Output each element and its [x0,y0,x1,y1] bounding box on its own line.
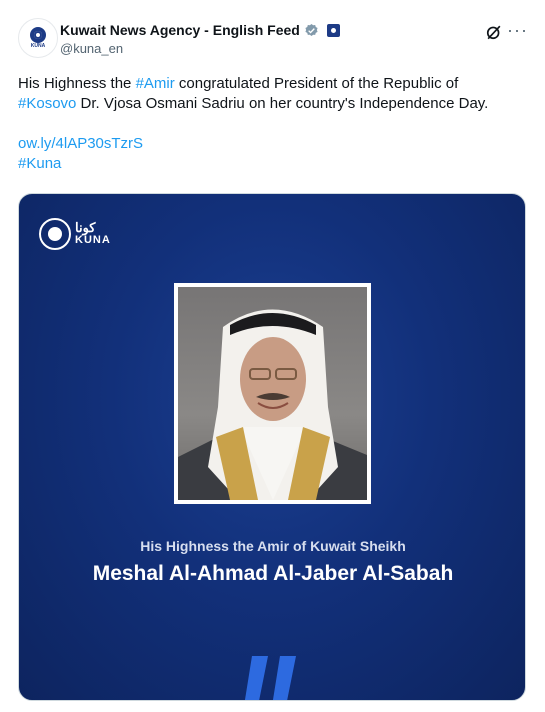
logo-english-text: KUNA [75,234,111,246]
more-icon[interactable]: ··· [507,20,528,40]
caption-name-line: Meshal Al-Ahmad Al-Jaber Al-Sabah [92,562,454,585]
author-avatar[interactable]: KUNA [18,18,58,58]
text-segment: His Highness the [18,75,136,92]
affiliate-badge-icon[interactable] [326,23,340,37]
portrait-illustration [178,309,367,500]
kuna-emblem-icon [39,218,71,250]
kuna-logo: كونا KUNA [39,218,111,250]
verified-badge-icon [305,23,318,36]
author-name-line: Kuwait News Agency - English Feed [60,22,340,38]
portrait-frame [174,283,371,504]
text-segment: Dr. Vjosa Osmani Sadriu on her country's… [76,95,489,112]
portrait-photo [178,287,367,500]
text-segment: congratulated President of the Republic … [174,75,459,92]
caption-title-line: His Highness the Amir of Kuwait Sheikh [140,538,406,554]
quote-mark-icon [244,656,296,700]
author-name[interactable]: Kuwait News Agency - English Feed [60,22,300,38]
tweet-link[interactable]: ow.ly/4lAP30sTzrS [18,135,143,152]
author-handle[interactable]: @kuna_en [60,41,123,56]
hashtag-amir[interactable]: #Amir [136,75,175,92]
avatar-label: KUNA [30,43,46,49]
hashtag-kuna[interactable]: #Kuna [18,155,61,172]
tweet-text: His Highness the #Amir congratulated Pre… [18,74,523,174]
grok-icon[interactable] [484,22,504,42]
tweet-media-image[interactable]: كونا KUNA His Highness the Amir of Kuwai… [18,193,526,701]
hashtag-kosovo[interactable]: #Kosovo [18,95,76,112]
logo-arabic-text: كونا [75,220,96,235]
kuna-logo-icon [30,27,46,43]
